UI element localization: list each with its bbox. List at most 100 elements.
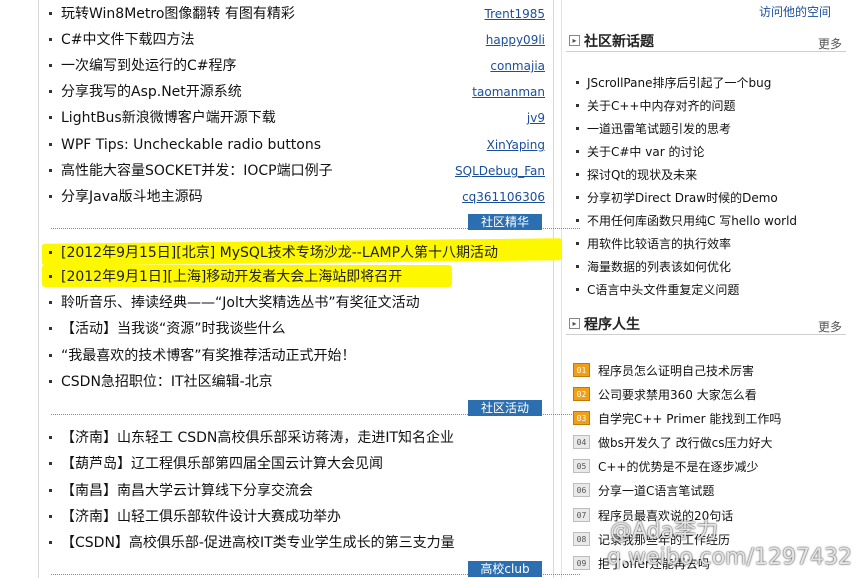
bullet-icon: [576, 288, 579, 291]
topic-item[interactable]: JScrollPane排序后引起了一个bug: [562, 72, 852, 95]
topic-item[interactable]: 分享初学Direct Draw时候的Demo: [562, 187, 852, 210]
item-title[interactable]: 【CSDN】高校俱乐部-促进高校IT类专业学生成长的第三支力量: [61, 534, 455, 552]
list-item[interactable]: 【葫芦岛】辽工程俱乐部第四届全国云计算大会见闻: [40, 453, 550, 479]
list-item[interactable]: CSDN急招职位：IT社区编辑-北京: [40, 371, 550, 397]
rank-title[interactable]: 做bs开发久了 改行做cs压力好大: [598, 435, 773, 451]
item-title[interactable]: 【南昌】南昌大学云计算线下分享交流会: [61, 482, 313, 500]
list-item[interactable]: [2012年9月15日][北京] MySQL技术专场沙龙--LAMP人第十八期活…: [40, 242, 550, 268]
rank-title[interactable]: 程序员怎么证明自己技术厉害: [598, 363, 754, 379]
rank-title[interactable]: 公司要求禁用360 大家怎么看: [598, 387, 757, 403]
item-title[interactable]: WPF Tips: Uncheckable radio buttons: [61, 136, 321, 154]
topic-item[interactable]: 不用任何库函数只用纯C 写hello world: [562, 210, 852, 233]
topic-title[interactable]: 关于C++中内存对齐的问题: [587, 98, 736, 114]
tab-community-essence[interactable]: 社区精华: [468, 214, 542, 230]
list-item[interactable]: C#中文件下载四方法 happy09li: [40, 29, 550, 55]
rank-number-badge: 08: [573, 532, 590, 546]
item-title[interactable]: 玩转Win8Metro图像翻转 有图有精彩: [61, 5, 295, 23]
rank-item[interactable]: 01 程序员怎么证明自己技术厉害: [562, 359, 852, 383]
list-item[interactable]: 【济南】山东轻工 CSDN高校俱乐部采访蒋涛，走进IT知名企业: [40, 427, 550, 453]
rank-item[interactable]: 09 拒了offer还能再去吗: [562, 552, 852, 576]
item-author[interactable]: taomanman: [472, 85, 545, 100]
topic-title[interactable]: 海量数据的列表该如何优化: [587, 259, 731, 275]
item-author[interactable]: cq361106306: [462, 190, 545, 205]
item-title[interactable]: CSDN急招职位：IT社区编辑-北京: [61, 373, 273, 391]
item-title[interactable]: [2012年9月15日][北京] MySQL技术专场沙龙--LAMP人第十八期活…: [61, 244, 498, 262]
list-item[interactable]: LightBus新浪微博客户端开源下载 jv9: [40, 107, 550, 133]
visit-space-link[interactable]: 访问他的空间: [759, 3, 831, 20]
list-item[interactable]: 【济南】山轻工俱乐部软件设计大赛成功举办: [40, 506, 550, 532]
bullet-icon: [49, 489, 52, 492]
item-title[interactable]: 高性能大容量SOCKET并发：IOCP端口例子: [61, 162, 333, 180]
more-link[interactable]: 更多: [818, 35, 842, 52]
rank-item[interactable]: 06 分享一道C语言笔试题: [562, 479, 852, 503]
topic-item[interactable]: 海量数据的列表该如何优化: [562, 256, 852, 279]
item-title[interactable]: 分享我写的Asp.Net开源系统: [61, 83, 242, 101]
topic-title[interactable]: 关于C#中 var 的讨论: [587, 144, 704, 160]
list-item[interactable]: “我最喜欢的技术博客”有奖推荐活动正式开始！: [40, 345, 550, 371]
topic-title[interactable]: JScrollPane排序后引起了一个bug: [587, 75, 771, 91]
item-author[interactable]: happy09li: [486, 33, 545, 48]
arrow-right-icon: ▸: [569, 35, 580, 46]
rank-number-badge: 03: [573, 411, 590, 425]
rank-item[interactable]: 04 做bs开发久了 改行做cs压力好大: [562, 431, 852, 455]
item-author[interactable]: SQLDebug_Fan: [455, 164, 545, 179]
list-item[interactable]: 分享Java版斗地主源码 cq361106306: [40, 186, 550, 212]
item-title[interactable]: 聆听音乐、捧读经典——“Jolt大奖精选丛书”有奖征文活动: [61, 294, 420, 312]
bullet-icon: [576, 173, 579, 176]
item-title[interactable]: 【济南】山轻工俱乐部软件设计大赛成功举办: [61, 508, 341, 526]
rank-title[interactable]: 分享一道C语言笔试题: [598, 483, 714, 499]
column-divider: [553, 0, 554, 578]
bullet-icon: [576, 265, 579, 268]
item-title[interactable]: “我最喜欢的技术博客”有奖推荐活动正式开始！: [61, 347, 356, 365]
tab-community-events[interactable]: 社区活动: [468, 400, 542, 416]
list-item[interactable]: 【CSDN】高校俱乐部-促进高校IT类专业学生成长的第三支力量: [40, 532, 550, 558]
list-item[interactable]: 【活动】当我谈“资源”时我谈些什么: [40, 318, 550, 344]
topic-item[interactable]: 一道迅雷笔试题引发的思考: [562, 118, 852, 141]
topic-title[interactable]: 分享初学Direct Draw时候的Demo: [587, 190, 778, 206]
rank-item[interactable]: 08 记录我那些年的工作经历: [562, 528, 852, 552]
list-item[interactable]: WPF Tips: Uncheckable radio buttons XinYa…: [40, 134, 550, 160]
item-title[interactable]: 分享Java版斗地主源码: [61, 188, 203, 206]
item-title[interactable]: C#中文件下载四方法: [61, 31, 195, 49]
rank-title[interactable]: 拒了offer还能再去吗: [598, 556, 710, 572]
more-link[interactable]: 更多: [818, 318, 842, 335]
rank-item[interactable]: 07 程序员最喜欢说的20句话: [562, 504, 852, 528]
list-item[interactable]: 玩转Win8Metro图像翻转 有图有精彩 Trent1985: [40, 3, 550, 29]
item-title[interactable]: 一次编写到处运行的C#程序: [61, 57, 237, 75]
topic-title[interactable]: C语言中头文件重复定义问题: [587, 282, 739, 298]
rank-item[interactable]: 03 自学完C++ Primer 能找到工作吗: [562, 407, 852, 431]
item-author[interactable]: conmajia: [490, 59, 545, 74]
item-author[interactable]: jv9: [527, 111, 545, 126]
rank-title[interactable]: 自学完C++ Primer 能找到工作吗: [598, 411, 781, 427]
topic-title[interactable]: 用软件比较语言的执行效率: [587, 236, 731, 252]
topic-item[interactable]: 用软件比较语言的执行效率: [562, 233, 852, 256]
bullet-icon: [49, 169, 52, 172]
rank-title[interactable]: C++的优势是不是在逐步减少: [598, 459, 759, 475]
list-item[interactable]: 一次编写到处运行的C#程序 conmajia: [40, 55, 550, 81]
topic-title[interactable]: 探讨Qt的现状及未来: [587, 167, 697, 183]
rank-title[interactable]: 程序员最喜欢说的20句话: [598, 508, 733, 524]
item-title[interactable]: [2012年9月1日][上海]移动开发者大会上海站即将召开: [61, 268, 402, 286]
list-item[interactable]: 分享我写的Asp.Net开源系统 taomanman: [40, 81, 550, 107]
topic-item[interactable]: 探讨Qt的现状及未来: [562, 164, 852, 187]
item-title[interactable]: LightBus新浪微博客户端开源下载: [61, 109, 276, 127]
item-author[interactable]: Trent1985: [485, 7, 545, 22]
item-title[interactable]: 【济南】山东轻工 CSDN高校俱乐部采访蒋涛，走进IT知名企业: [61, 429, 454, 447]
bullet-icon: [49, 251, 52, 254]
rank-item[interactable]: 02 公司要求禁用360 大家怎么看: [562, 383, 852, 407]
rank-item[interactable]: 05 C++的优势是不是在逐步减少: [562, 455, 852, 479]
tab-college-club[interactable]: 高校club: [468, 561, 542, 577]
rank-title[interactable]: 记录我那些年的工作经历: [598, 532, 730, 548]
topic-item[interactable]: 关于C#中 var 的讨论: [562, 141, 852, 164]
list-item[interactable]: [2012年9月1日][上海]移动开发者大会上海站即将召开: [40, 266, 550, 292]
list-item[interactable]: 聆听音乐、捧读经典——“Jolt大奖精选丛书”有奖征文活动: [40, 292, 550, 318]
item-title[interactable]: 【活动】当我谈“资源”时我谈些什么: [61, 320, 286, 338]
list-item[interactable]: 高性能大容量SOCKET并发：IOCP端口例子 SQLDebug_Fan: [40, 160, 550, 186]
topic-title[interactable]: 一道迅雷笔试题引发的思考: [587, 121, 731, 137]
item-title[interactable]: 【葫芦岛】辽工程俱乐部第四届全国云计算大会见闻: [61, 455, 383, 473]
topic-title[interactable]: 不用任何库函数只用纯C 写hello world: [587, 213, 797, 229]
item-author[interactable]: XinYaping: [487, 138, 545, 153]
topic-item[interactable]: C语言中头文件重复定义问题: [562, 279, 852, 302]
list-item[interactable]: 【南昌】南昌大学云计算线下分享交流会: [40, 480, 550, 506]
topic-item[interactable]: 关于C++中内存对齐的问题: [562, 95, 852, 118]
